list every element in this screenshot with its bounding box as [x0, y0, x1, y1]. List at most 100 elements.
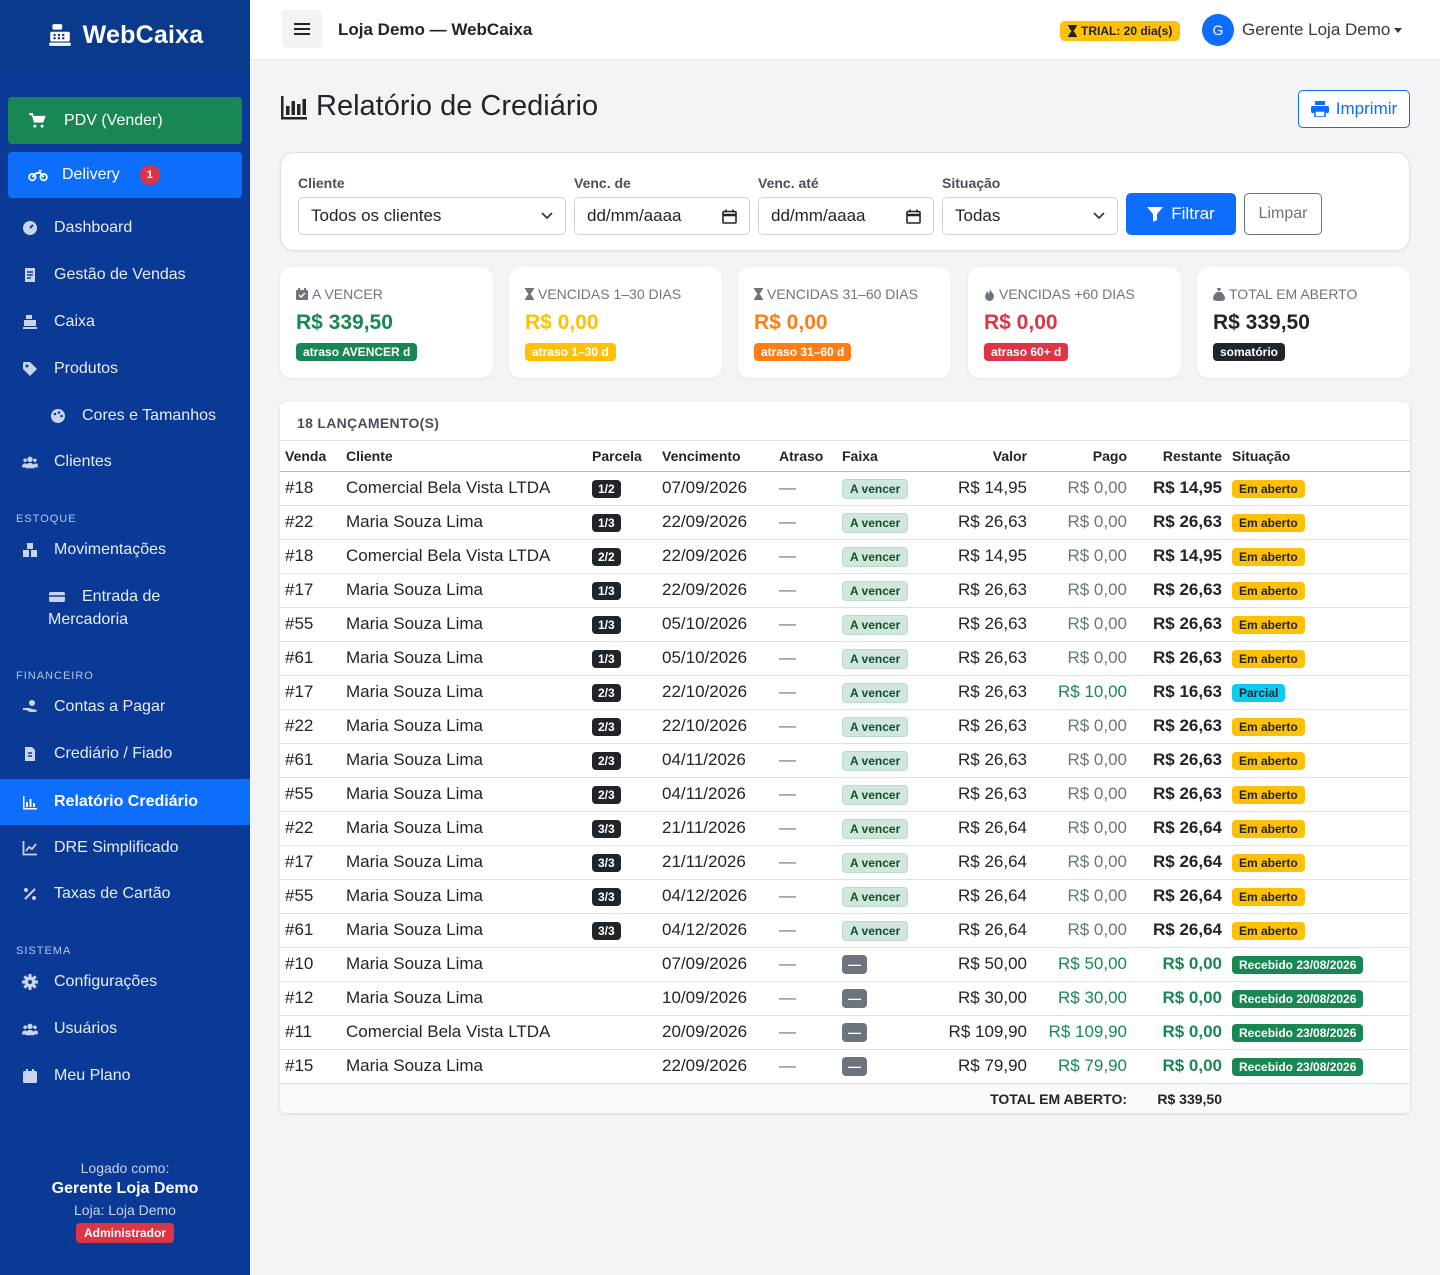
cell-cliente: Comercial Bela Vista LTDA — [341, 1015, 587, 1050]
table-row[interactable]: #55 Maria Souza Lima 3/3 04/12/2026— A vence… — [280, 879, 1410, 914]
cell-venda[interactable]: #18 — [280, 471, 341, 506]
cell-restante: R$ 26,63 — [1132, 573, 1227, 608]
cell-venda[interactable]: #55 — [280, 607, 341, 642]
cell-restante: R$ 0,00 — [1132, 1015, 1227, 1050]
gear-icon — [22, 974, 38, 990]
cell-venda[interactable]: #55 — [280, 879, 341, 914]
venc-ate-input[interactable]: dd/mm/aaaa — [758, 197, 934, 235]
sidebar-item-caixa[interactable]: Caixa — [0, 299, 250, 345]
table-row[interactable]: #15 Maria Souza Lima 22/09/2026— — R$ 79,90 R… — [280, 1049, 1410, 1084]
col-vencimento[interactable]: Vencimento — [657, 441, 774, 472]
avatar[interactable]: G — [1202, 14, 1234, 46]
col-venda[interactable]: Venda — [280, 441, 341, 472]
clear-button[interactable]: Limpar — [1244, 193, 1322, 235]
menu-toggle-button[interactable] — [282, 10, 322, 48]
situacao-badge: Recebido 23/08/2026 — [1232, 956, 1364, 974]
table-row[interactable]: #55 Maria Souza Lima 1/3 05/10/2026— A vence… — [280, 607, 1410, 642]
print-button[interactable]: Imprimir — [1298, 90, 1410, 128]
sidebar-item-clientes[interactable]: Clientes — [0, 439, 250, 485]
cell-venda[interactable]: #61 — [280, 743, 341, 778]
col-parcela[interactable]: Parcela — [587, 441, 657, 472]
delivery-button[interactable]: Delivery 1 — [8, 152, 242, 198]
sidebar-item-cores-tamanhos[interactable]: Cores e Tamanhos — [0, 393, 250, 439]
cell-situacao: Em aberto — [1227, 777, 1410, 812]
col-cliente[interactable]: Cliente — [341, 441, 587, 472]
table-row[interactable]: #18 Comercial Bela Vista LTDA 2/2 22/09/202… — [280, 539, 1410, 574]
table-row[interactable]: #61 Maria Souza Lima 2/3 04/11/2026— A vence… — [280, 743, 1410, 778]
cliente-select[interactable]: Todos os clientes — [298, 197, 566, 235]
page-title-text: Relatório de Crediário — [316, 90, 599, 122]
cell-venda[interactable]: #22 — [280, 709, 341, 744]
store-title: Loja Demo — WebCaixa — [338, 20, 533, 39]
cell-venda[interactable]: #12 — [280, 981, 341, 1016]
sidebar-item-contas-pagar[interactable]: Contas a Pagar — [0, 684, 250, 730]
cell-faixa: A vencer — [837, 913, 927, 948]
sidebar-item-gestao-vendas[interactable]: Gestão de Vendas — [0, 252, 250, 298]
sidebar-item-label: Gestão de Vendas — [54, 266, 186, 283]
cell-venda[interactable]: #17 — [280, 845, 341, 880]
section-financeiro: FINANCEIRO — [16, 670, 94, 682]
cell-faixa: A vencer — [837, 777, 927, 812]
pdv-button[interactable]: PDV (Vender) — [8, 97, 242, 144]
chart-bar-icon — [23, 796, 37, 810]
table-row[interactable]: #17 Maria Souza Lima 3/3 21/11/2026— A vence… — [280, 845, 1410, 880]
cell-venda[interactable]: #15 — [280, 1049, 341, 1084]
table-row[interactable]: #17 Maria Souza Lima 1/3 22/09/2026— A vence… — [280, 573, 1410, 608]
sidebar-item-usuarios[interactable]: Usuários — [0, 1006, 250, 1052]
table-row[interactable]: #61 Maria Souza Lima 1/3 05/10/2026— A vence… — [280, 641, 1410, 676]
total-label: TOTAL EM ABERTO: — [280, 1083, 1132, 1113]
cell-venda[interactable]: #22 — [280, 811, 341, 846]
cell-cliente: Maria Souza Lima — [341, 573, 587, 608]
table-row[interactable]: #55 Maria Souza Lima 2/3 04/11/2026— A vence… — [280, 777, 1410, 812]
cell-parcela: 3/3 — [587, 845, 657, 880]
sidebar-item-taxas-cartao[interactable]: Taxas de Cartão — [0, 871, 250, 917]
table-row[interactable]: #11 Comercial Bela Vista LTDA 20/09/2026— —… — [280, 1015, 1410, 1050]
cell-venda[interactable]: #22 — [280, 505, 341, 540]
situacao-select[interactable]: Todas — [942, 197, 1118, 235]
table-row[interactable]: #17 Maria Souza Lima 2/3 22/10/2026— A vence… — [280, 675, 1410, 710]
cell-cliente: Maria Souza Lima — [341, 709, 587, 744]
col-faixa[interactable]: Faixa — [837, 441, 927, 472]
table-row[interactable]: #22 Maria Souza Lima 3/3 21/11/2026— A vence… — [280, 811, 1410, 846]
table-row[interactable]: #12 Maria Souza Lima 10/09/2026— — R$ 30,00 R… — [280, 981, 1410, 1016]
table-row[interactable]: #10 Maria Souza Lima 07/09/2026— — R$ 50,00 R… — [280, 947, 1410, 982]
sidebar-item-produtos[interactable]: Produtos — [0, 346, 250, 392]
parcela-badge: 3/3 — [592, 820, 621, 838]
cell-venda[interactable]: #10 — [280, 947, 341, 982]
sidebar-item-meu-plano[interactable]: Meu Plano — [0, 1053, 250, 1099]
sidebar-item-entrada-mercadoria[interactable]: Entrada de Mercadoria — [48, 585, 238, 631]
venc-de-input[interactable]: dd/mm/aaaa — [574, 197, 750, 235]
summary-title: VENCIDAS 31–60 DIAS — [754, 286, 918, 302]
sidebar-item-movimentacoes[interactable]: Movimentações — [0, 527, 250, 573]
hourglass-icon — [754, 288, 763, 300]
parcela-badge: 2/2 — [592, 548, 621, 566]
sidebar-item-dashboard[interactable]: Dashboard — [0, 205, 250, 251]
situacao-badge: Recebido 20/08/2026 — [1232, 990, 1364, 1008]
cell-venda[interactable]: #61 — [280, 641, 341, 676]
cell-venda[interactable]: #11 — [280, 1015, 341, 1050]
user-menu[interactable]: Gerente Loja Demo — [1242, 20, 1403, 40]
cell-venda[interactable]: #17 — [280, 573, 341, 608]
cell-venda[interactable]: #55 — [280, 777, 341, 812]
cell-parcela: 2/3 — [587, 743, 657, 778]
cell-venda[interactable]: #61 — [280, 913, 341, 948]
table-row[interactable]: #22 Maria Souza Lima 2/3 22/10/2026— A vence… — [280, 709, 1410, 744]
sidebar-item-crediario-fiado[interactable]: Crediário / Fiado — [0, 731, 250, 777]
sidebar-item-relatorio-crediario[interactable]: Relatório Crediário — [0, 779, 250, 825]
col-valor[interactable]: Valor — [927, 441, 1032, 472]
brand[interactable]: WebCaixa — [0, 0, 250, 70]
sidebar-item-dre[interactable]: DRE Simplificado — [0, 825, 250, 871]
table-row[interactable]: #18 Comercial Bela Vista LTDA 1/2 07/09/202… — [280, 471, 1410, 506]
cell-venda[interactable]: #17 — [280, 675, 341, 710]
footer-spacer — [1227, 1083, 1410, 1113]
col-situacao[interactable]: Situação — [1227, 441, 1410, 472]
cell-venda[interactable]: #18 — [280, 539, 341, 574]
sidebar-item-configuracoes[interactable]: Configurações — [0, 959, 250, 1005]
col-restante[interactable]: Restante — [1132, 441, 1227, 472]
col-pago[interactable]: Pago — [1032, 441, 1132, 472]
cell-pago: R$ 79,90 — [1032, 1049, 1132, 1084]
table-row[interactable]: #22 Maria Souza Lima 1/3 22/09/2026— A vence… — [280, 505, 1410, 540]
table-row[interactable]: #61 Maria Souza Lima 3/3 04/12/2026— A vence… — [280, 913, 1410, 948]
col-atraso[interactable]: Atraso — [774, 441, 837, 472]
filter-button[interactable]: Filtrar — [1126, 193, 1236, 235]
